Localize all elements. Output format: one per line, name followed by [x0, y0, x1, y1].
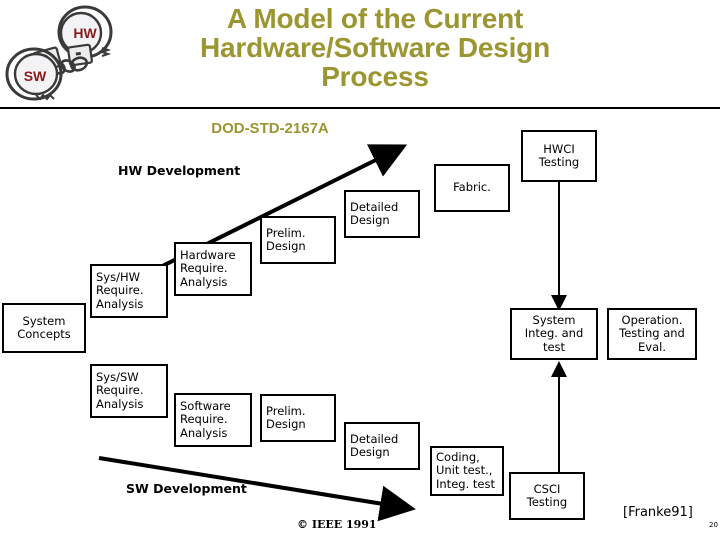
box-operation-testing-and-eval[interactable]: Operation. Testing and Eval.	[607, 308, 697, 360]
sw-development-label: SW Development	[126, 481, 247, 496]
box-sw-detailed-design[interactable]: Detailed Design	[344, 422, 420, 470]
box-sys-sw-require-analysis-text: Sys/SW Require. Analysis	[96, 369, 144, 411]
page-title-line-3: Process	[321, 61, 429, 92]
slide-canvas: HW SW A Model of the Current Hardware/So…	[0, 0, 720, 540]
citation-label: [Franke91]	[623, 505, 693, 520]
box-software-require-analysis-text: Software Require. Analysis	[180, 398, 231, 440]
box-operation-testing-and-eval-text: Operation. Testing and Eval.	[619, 312, 685, 354]
page-number: 20	[709, 521, 718, 529]
page-title-line-1: A Model of the Current	[226, 3, 524, 34]
box-csci-testing-text: CSCI Testing	[526, 481, 568, 509]
box-sys-hw-require-analysis[interactable]: Sys/HW Require. Analysis	[90, 264, 168, 318]
box-hw-detailed-design-text: Detailed Design	[350, 199, 399, 227]
handcuff-hw-label: HW	[73, 25, 97, 41]
ieee-credit: © IEEE 1991	[297, 518, 377, 531]
box-hardware-require-analysis-text: Hardware Require. Analysis	[180, 247, 236, 289]
page-title-line-2: Hardware/Software Design	[200, 32, 550, 63]
box-sw-detailed-design-text: Detailed Design	[350, 431, 399, 459]
box-fabrication-text: Fabric.	[453, 180, 491, 195]
box-system-integ-and-test-text: System Integ. and test	[524, 312, 584, 354]
box-sys-hw-require-analysis-text: Sys/HW Require. Analysis	[96, 269, 144, 311]
box-hw-prelim-design-text: Prelim. Design	[266, 225, 306, 253]
box-hw-detailed-design[interactable]: Detailed Design	[344, 190, 420, 238]
header-divider	[0, 107, 720, 109]
handcuffs-icon: HW SW	[2, 2, 120, 102]
box-system-concepts-text: System Concepts	[17, 313, 71, 341]
box-hwci-testing-text: HWCI Testing	[538, 141, 580, 169]
box-sys-sw-require-analysis[interactable]: Sys/SW Require. Analysis	[90, 364, 168, 418]
box-csci-testing[interactable]: CSCI Testing	[509, 472, 585, 520]
box-software-require-analysis[interactable]: Software Require. Analysis	[174, 393, 252, 447]
box-fabrication[interactable]: Fabric.	[434, 164, 510, 212]
box-hwci-testing[interactable]: HWCI Testing	[521, 130, 597, 182]
box-sw-prelim-design-text: Prelim. Design	[266, 403, 306, 431]
box-hardware-require-analysis[interactable]: Hardware Require. Analysis	[174, 242, 252, 296]
box-hw-prelim-design[interactable]: Prelim. Design	[260, 216, 336, 264]
box-coding-unit-test-text: Coding, Unit test., Integ. test	[436, 449, 495, 491]
box-system-integ-and-test[interactable]: System Integ. and test	[510, 308, 598, 360]
box-coding-unit-test[interactable]: Coding, Unit test., Integ. test	[430, 446, 504, 496]
diagram-subtitle: DOD-STD-2167A	[211, 120, 329, 137]
box-system-concepts[interactable]: System Concepts	[2, 303, 86, 353]
hw-development-label: HW Development	[118, 163, 241, 178]
box-sw-prelim-design[interactable]: Prelim. Design	[260, 394, 336, 442]
handcuff-sw-label: SW	[24, 68, 47, 84]
page-title: A Model of the Current Hardware/Software…	[140, 4, 610, 91]
